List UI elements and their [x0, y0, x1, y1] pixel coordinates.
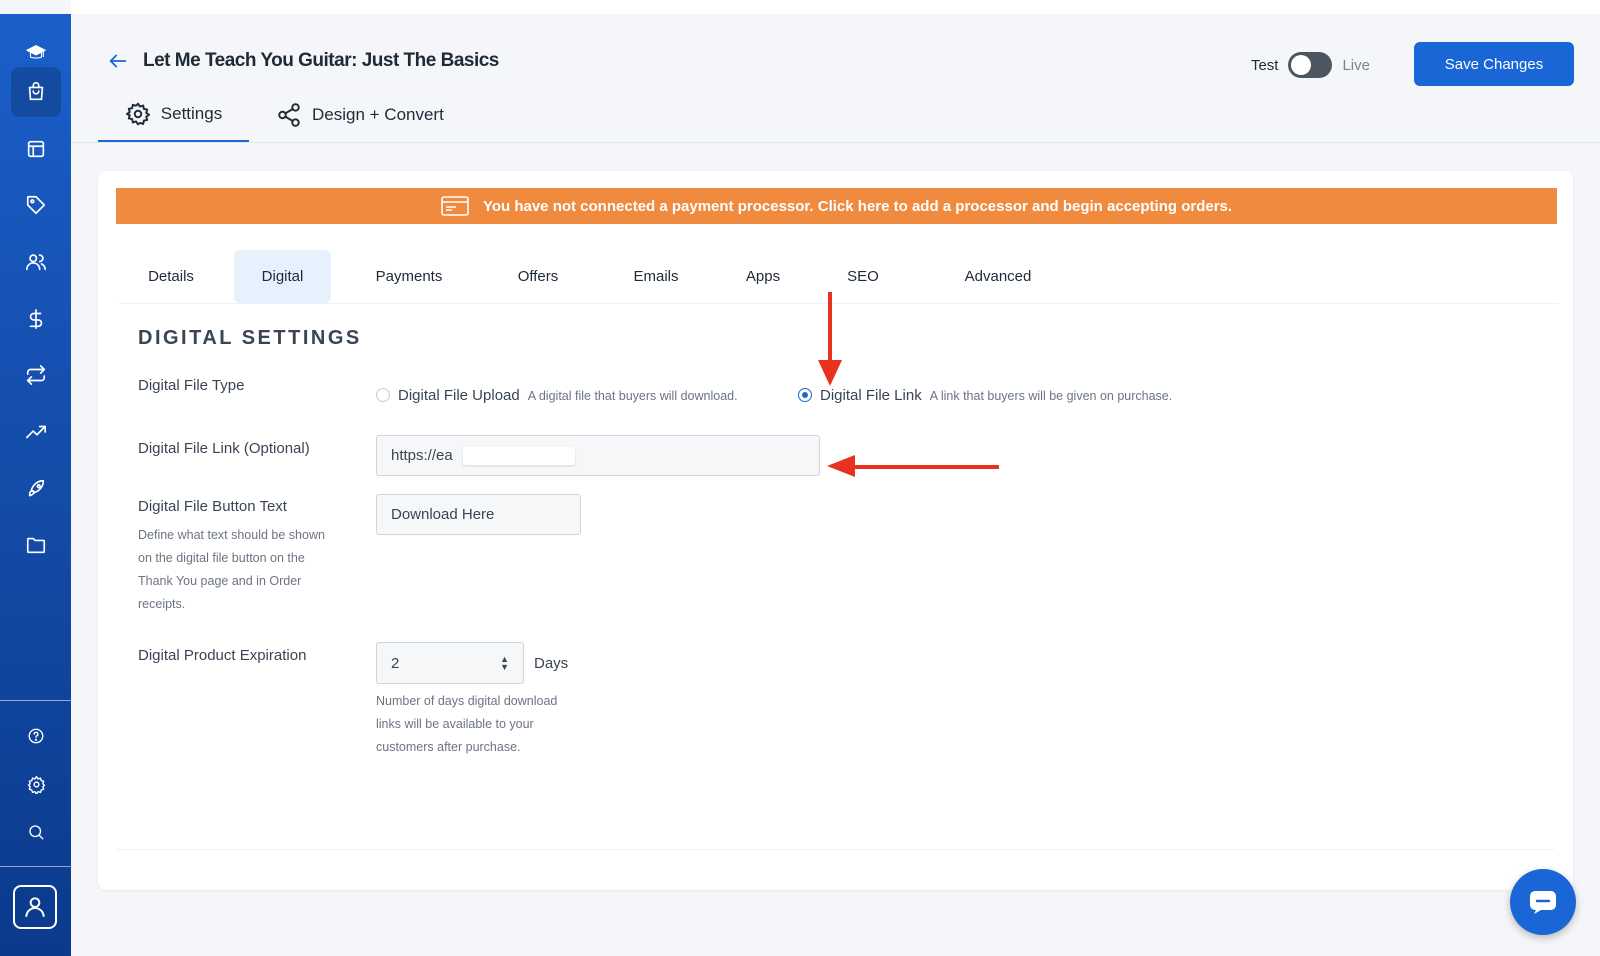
expiration-stepper[interactable]: 2 ▲ ▼	[376, 642, 524, 684]
sidebar	[0, 14, 71, 956]
annotation-arrow-left-icon	[827, 455, 999, 477]
subtab-emails[interactable]: Emails	[611, 250, 701, 303]
test-live-toggle[interactable]	[1288, 52, 1333, 78]
chat-support-button[interactable]	[1510, 869, 1576, 935]
toggle-live-label: Live	[1342, 56, 1370, 74]
expiration-unit: Days	[534, 655, 569, 672]
users-icon[interactable]	[11, 237, 61, 287]
help-icon[interactable]	[11, 711, 61, 761]
back-arrow-icon[interactable]	[107, 50, 129, 72]
radio-upload-circle[interactable]	[376, 388, 390, 402]
expiration-label: Digital Product Expiration	[138, 647, 307, 664]
card-divider	[116, 849, 1555, 850]
file-type-label: Digital File Type	[138, 377, 245, 394]
section-title: DIGITAL SETTINGS	[138, 327, 362, 349]
user-avatar-icon[interactable]	[13, 885, 57, 929]
trending-up-icon[interactable]	[11, 407, 61, 457]
redacted-url-overlay	[463, 447, 575, 465]
subtab-digital[interactable]: Digital	[234, 250, 331, 303]
product-settings-card: You have not connected a payment process…	[98, 171, 1573, 890]
file-link-input[interactable]	[376, 435, 820, 476]
radio-link-circle[interactable]	[798, 388, 812, 402]
repeat-icon[interactable]	[11, 350, 61, 400]
toggle-test-label: Test	[1250, 56, 1279, 74]
subtab-payments[interactable]: Payments	[354, 250, 464, 303]
credit-card-icon	[441, 196, 469, 216]
button-text-label: Digital File Button Text	[138, 498, 287, 515]
radio-digital-file-link[interactable]: Digital File Link A link that buyers wil…	[798, 386, 1172, 404]
expiration-value: 2	[391, 654, 400, 672]
annotation-arrow-down-icon	[818, 292, 842, 386]
radio-upload-desc: A digital file that buyers will download…	[527, 389, 738, 403]
subtab-apps[interactable]: Apps	[728, 250, 798, 303]
tab-design-convert-label: Design + Convert	[312, 105, 444, 124]
rocket-icon[interactable]	[11, 464, 61, 514]
tag-icon[interactable]	[11, 180, 61, 230]
folder-icon[interactable]	[11, 520, 61, 570]
banner-text: You have not connected a payment process…	[482, 197, 1233, 215]
subtab-advanced[interactable]: Advanced	[943, 250, 1053, 303]
radio-link-desc: A link that buyers will be given on purc…	[929, 389, 1173, 403]
expiration-help: Number of days digital download links wi…	[376, 694, 558, 754]
dollar-icon[interactable]	[11, 294, 61, 344]
stepper-caret-icon: ▲ ▼	[500, 654, 509, 672]
page-header: Let Me Teach You Guitar: Just The Basics…	[71, 14, 1600, 143]
button-text-input[interactable]	[376, 494, 581, 535]
share-icon	[278, 103, 300, 127]
save-changes-button[interactable]: Save Changes	[1414, 42, 1574, 86]
sidebar-divider-bottom	[0, 866, 71, 867]
subtab-offers[interactable]: Offers	[493, 250, 583, 303]
shopping-bag-icon[interactable]	[11, 67, 61, 117]
settings-icon[interactable]	[11, 759, 61, 809]
gear-icon	[125, 102, 150, 126]
payment-processor-banner[interactable]: You have not connected a payment process…	[116, 188, 1557, 224]
page-title: Let Me Teach You Guitar: Just The Basics	[143, 50, 499, 71]
test-live-switch: Test Live	[1251, 52, 1370, 78]
file-link-label: Digital File Link (Optional)	[138, 440, 310, 457]
top-strip	[71, 0, 1600, 14]
radio-digital-file-upload[interactable]: Digital File Upload A digital file that …	[376, 386, 738, 404]
sidebar-divider	[0, 700, 71, 701]
toggle-knob	[1291, 55, 1312, 75]
tab-settings-label: Settings	[160, 104, 223, 123]
layout-icon[interactable]	[11, 124, 61, 174]
tab-settings[interactable]: Settings	[98, 88, 249, 142]
radio-upload-label: Digital File Upload	[398, 387, 520, 404]
subtab-details[interactable]: Details	[128, 250, 214, 303]
tab-design-convert[interactable]: Design + Convert	[276, 88, 444, 142]
chat-icon	[1530, 891, 1556, 914]
button-text-help: Define what text should be shown on the …	[138, 528, 325, 611]
search-icon[interactable]	[11, 807, 61, 857]
